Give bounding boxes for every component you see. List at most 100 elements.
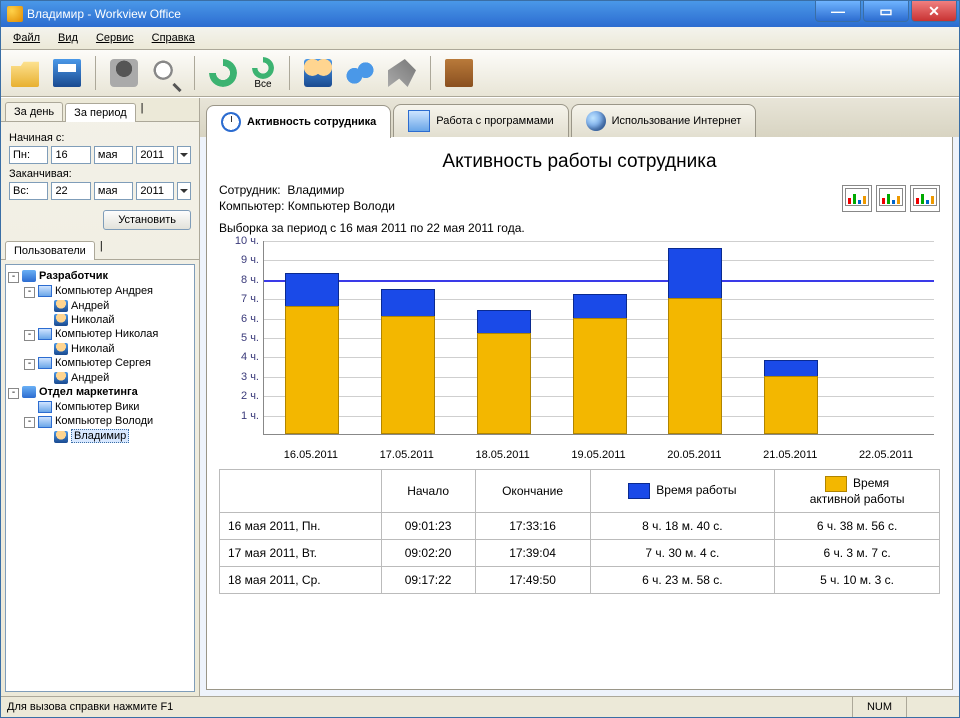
open-button[interactable] xyxy=(7,55,43,91)
tab-internet[interactable]: Использование Интернет xyxy=(571,104,757,137)
tree-toggle-icon[interactable]: - xyxy=(24,359,35,370)
apply-button[interactable]: Установить xyxy=(103,210,191,230)
window-title: Владимир - Workview Office xyxy=(27,7,815,21)
book-icon xyxy=(445,59,473,87)
x-category: 16.05.2011 xyxy=(284,449,338,461)
y-tick: 1 ч. xyxy=(219,410,259,422)
activity-chart: 1 ч.2 ч.3 ч.4 ч.5 ч.6 ч.7 ч.8 ч.9 ч.10 ч… xyxy=(219,241,940,461)
maximize-button[interactable]: ▭ xyxy=(863,1,909,22)
refresh-button[interactable] xyxy=(205,55,241,91)
app-window-icon xyxy=(408,110,430,132)
tree-node[interactable]: -Компьютер Сергея xyxy=(8,356,192,371)
tree-node[interactable]: - Компьютер Андрея xyxy=(8,284,192,299)
menubar: Файл Вид Сервис Справка xyxy=(1,27,959,50)
bar xyxy=(285,273,339,434)
settings-button[interactable] xyxy=(384,55,420,91)
th-end: Окончание xyxy=(475,470,590,513)
user-tree[interactable]: -Разработчик-Компьютер АндреяАндрейНикол… xyxy=(5,264,195,692)
chart-view-2[interactable] xyxy=(876,185,906,212)
y-tick: 7 ч. xyxy=(219,293,259,305)
bar-chart-icon xyxy=(845,188,869,206)
chart-view-1[interactable] xyxy=(842,185,872,212)
tree-node[interactable]: Андрей xyxy=(8,299,192,313)
refresh-all-button[interactable]: Все xyxy=(247,55,279,91)
x-category: 18.05.2011 xyxy=(476,449,530,461)
grouped-chart-icon xyxy=(879,188,903,206)
status-num: NUM xyxy=(852,697,906,717)
tree-node[interactable]: Владимир xyxy=(8,429,192,443)
chevron-down-icon[interactable] xyxy=(177,146,191,164)
legend-yellow-icon xyxy=(825,476,847,492)
bar xyxy=(477,310,531,434)
tree-toggle-icon[interactable]: - xyxy=(24,330,35,341)
minimize-button[interactable]: — xyxy=(815,1,861,22)
x-category: 22.05.2011 xyxy=(859,449,913,461)
chevron-down-icon[interactable] xyxy=(177,182,191,200)
bar xyxy=(381,289,435,434)
chart-view-buttons xyxy=(842,185,940,212)
tab-users[interactable]: Пользователи xyxy=(5,241,95,260)
tree-node[interactable]: Николай xyxy=(8,342,192,356)
preview-button[interactable] xyxy=(148,55,184,91)
tab-per-day[interactable]: За день xyxy=(5,102,63,121)
tree-node[interactable]: Андрей xyxy=(8,371,192,385)
users-icon xyxy=(304,59,332,87)
tree-node[interactable]: -Отдел маркетинга xyxy=(8,385,192,400)
comp-icon xyxy=(38,401,52,413)
line-chart-icon xyxy=(913,188,937,206)
tab-activity[interactable]: Активность сотрудника xyxy=(206,105,391,138)
help-button[interactable] xyxy=(441,55,477,91)
tree-node[interactable]: -Компьютер Володи xyxy=(8,414,192,429)
tab-programs[interactable]: Работа с программами xyxy=(393,104,568,137)
app-icon xyxy=(7,6,23,22)
computers-button[interactable] xyxy=(342,55,378,91)
selection-note: Выборка за период с 16 мая 2011 по 22 ма… xyxy=(219,221,940,235)
tree-node[interactable]: -Компьютер Николая xyxy=(8,327,192,342)
x-category: 21.05.2011 xyxy=(763,449,817,461)
chart-view-3[interactable] xyxy=(910,185,940,212)
activity-table: Начало Окончание Время работы Время акти… xyxy=(219,469,940,594)
reference-line xyxy=(264,280,934,282)
date-to[interactable]: Вс: 22 мая 2011 xyxy=(9,182,191,200)
comp-icon xyxy=(38,416,52,428)
to-label: Заканчивая: xyxy=(9,168,191,180)
save-icon xyxy=(53,59,81,87)
tree-node-label: Разработчик xyxy=(39,270,108,282)
wrench-icon xyxy=(388,59,416,87)
tree-toggle-icon[interactable]: - xyxy=(8,388,19,399)
menu-service[interactable]: Сервис xyxy=(88,30,142,46)
tree-node[interactable]: Николай xyxy=(8,313,192,327)
user-icon xyxy=(54,300,68,312)
tree-node-label: Андрей xyxy=(71,300,109,312)
tree-toggle-icon[interactable]: - xyxy=(24,417,35,428)
print-button[interactable] xyxy=(106,55,142,91)
comp-icon xyxy=(38,285,52,297)
date-from[interactable]: Пн: 16 мая 2011 xyxy=(9,146,191,164)
table-row: 18 мая 2011, Ср.09:17:2217:49:506 ч. 23 … xyxy=(220,567,940,594)
menu-file[interactable]: Файл xyxy=(5,30,48,46)
users-button[interactable] xyxy=(300,55,336,91)
table-row: 17 мая 2011, Вт.09:02:2017:39:047 ч. 30 … xyxy=(220,540,940,567)
tab-per-period[interactable]: За период xyxy=(65,103,135,122)
left-panel: За день За период | Начиная с: Пн: 16 ма… xyxy=(1,98,200,696)
tree-node-label: Владимир xyxy=(71,429,129,443)
bar xyxy=(573,294,627,434)
employee-value: Владимир xyxy=(287,183,344,197)
globe-icon xyxy=(586,111,606,131)
y-tick: 6 ч. xyxy=(219,313,259,325)
tree-node[interactable]: Компьютер Вики xyxy=(8,400,192,414)
report-area: Активность работы сотрудника Сотрудник: … xyxy=(206,137,953,690)
tree-toggle-icon[interactable]: - xyxy=(24,287,35,298)
tree-node[interactable]: - Разработчик xyxy=(8,269,192,284)
user-icon xyxy=(54,431,68,443)
tree-node-label: Андрей xyxy=(71,372,109,384)
close-button[interactable]: ✕ xyxy=(911,1,957,22)
legend-blue-icon xyxy=(628,483,650,499)
tree-node-label: Компьютер Андрея xyxy=(55,285,153,297)
toolbar: Все xyxy=(1,50,959,97)
tree-toggle-icon[interactable]: - xyxy=(8,272,19,283)
y-tick: 8 ч. xyxy=(219,274,259,286)
save-button[interactable] xyxy=(49,55,85,91)
menu-view[interactable]: Вид xyxy=(50,30,86,46)
menu-help[interactable]: Справка xyxy=(144,30,203,46)
